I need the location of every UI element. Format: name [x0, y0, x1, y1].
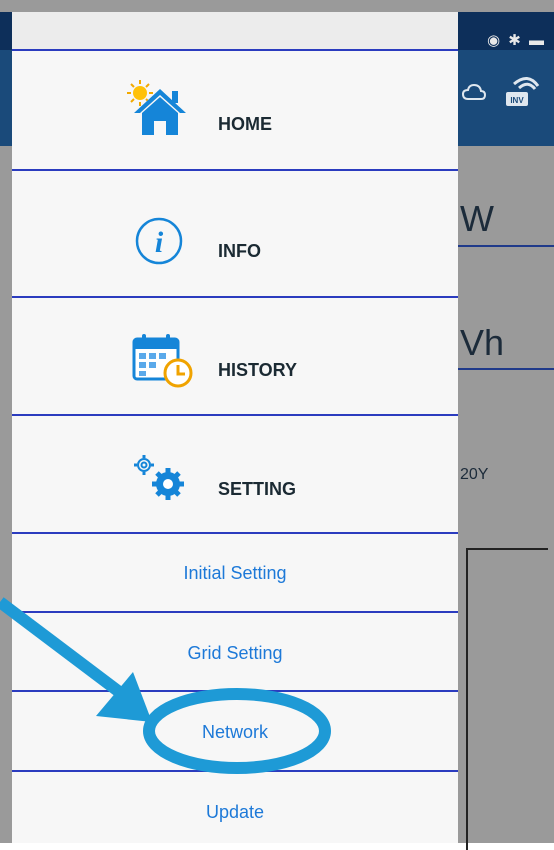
separator	[12, 690, 458, 692]
submenu-initial-setting[interactable]: Initial Setting	[12, 563, 458, 584]
drawer-header-strip	[12, 12, 458, 49]
background-panel-box	[466, 548, 548, 850]
gears-icon	[134, 455, 184, 500]
menu-item-label: HOME	[218, 114, 272, 134]
inverter-wifi-icon[interactable]: INV	[504, 74, 540, 110]
submenu-grid-setting[interactable]: Grid Setting	[12, 643, 458, 664]
home-sun-icon	[127, 80, 186, 135]
inverter-icon-label: INV	[510, 96, 524, 105]
submenu-network[interactable]: Network	[12, 722, 458, 743]
calendar-clock-icon	[132, 334, 193, 388]
energy-underline	[458, 368, 554, 370]
menu-item-label: INFO	[218, 241, 261, 261]
separator	[12, 532, 458, 534]
power-underline	[458, 245, 554, 247]
power-unit-text: W	[460, 198, 494, 239]
menu-item-label: SETTING	[218, 479, 297, 499]
separator	[12, 611, 458, 613]
menu-item-label: HISTORY	[218, 360, 298, 380]
energy-unit-text: Vh	[460, 322, 505, 363]
submenu-update[interactable]: Update	[12, 802, 458, 823]
separator	[12, 770, 458, 772]
cloud-icon	[462, 83, 486, 100]
menu-item-history[interactable]: HISTORY	[12, 298, 458, 414]
menu-item-home[interactable]: HOME	[12, 51, 458, 169]
menu-item-setting[interactable]: SETTING	[12, 416, 458, 532]
status-icons: ◉ ✱ ▬	[487, 32, 546, 49]
model-text: 20Y	[460, 466, 489, 483]
info-icon: i	[135, 217, 183, 265]
navigation-drawer: HOME i INFO HISTORY SETTING Initial Sett…	[12, 12, 458, 843]
svg-text:i: i	[155, 226, 164, 259]
menu-item-info[interactable]: i INFO	[12, 171, 458, 296]
